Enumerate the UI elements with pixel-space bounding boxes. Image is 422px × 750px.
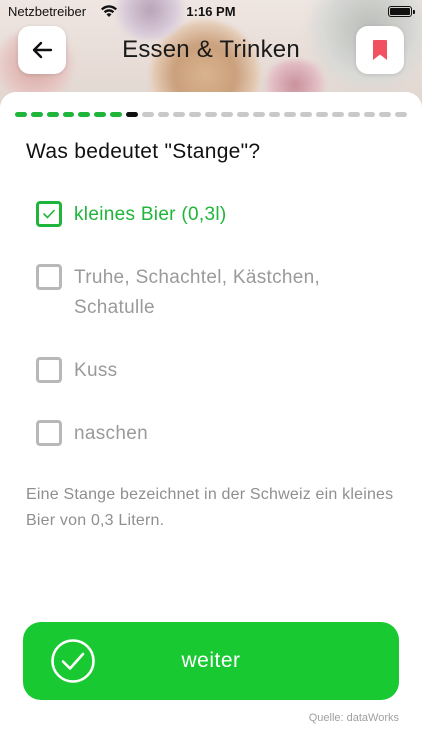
answer-option-2[interactable]: Truhe, Schachtel, Kästchen, Schatulle	[36, 263, 396, 323]
continue-button[interactable]: weiter	[23, 622, 399, 700]
progress-step-pending	[220, 112, 233, 117]
progress-step-pending	[236, 112, 249, 117]
battery-icon	[388, 6, 415, 17]
continue-button-label: weiter	[181, 649, 241, 672]
bookmark-button[interactable]	[356, 26, 404, 74]
checkbox-unchecked[interactable]	[36, 264, 62, 290]
progress-step-pending	[379, 112, 392, 117]
progress-step-done	[110, 112, 122, 117]
quiz-card: Was bedeutet "Stange"? kleines Bier (0,3…	[0, 92, 422, 750]
answer-explanation: Eine Stange bezeichnet in der Schweiz ei…	[26, 486, 394, 529]
answer-option-label: kleines Bier (0,3l)	[74, 204, 227, 225]
progress-step-pending	[157, 112, 170, 117]
progress-indicator	[15, 112, 408, 118]
bookmark-icon	[373, 40, 387, 60]
answer-option-label: naschen	[74, 423, 148, 444]
checkbox-unchecked[interactable]	[36, 420, 62, 446]
progress-step-pending	[173, 112, 186, 117]
answer-option-1[interactable]: kleines Bier (0,3l)	[36, 200, 396, 230]
progress-step-pending	[284, 112, 297, 117]
checkbox-unchecked[interactable]	[36, 357, 62, 383]
progress-step-done	[62, 112, 75, 117]
progress-step-done	[46, 112, 59, 117]
checkmark-icon	[43, 209, 55, 219]
progress-step-pending	[347, 112, 360, 117]
checkbox-checked[interactable]	[36, 201, 62, 227]
check-circle-icon	[51, 639, 95, 683]
progress-step-pending	[300, 112, 313, 117]
progress-step-done	[94, 112, 107, 117]
progress-step-pending	[189, 112, 202, 117]
progress-step-current	[125, 112, 138, 117]
progress-step-pending	[395, 112, 408, 117]
answer-option-3[interactable]: Kuss	[36, 356, 396, 386]
answer-option-label: Kuss	[74, 360, 118, 381]
question-text: Was bedeutet "Stange"?	[26, 140, 261, 163]
progress-step-pending	[268, 112, 281, 117]
source-credit: Quelle: dataWorks	[308, 712, 399, 724]
progress-step-done	[15, 112, 27, 117]
status-time: 1:16 PM	[186, 4, 236, 19]
progress-step-pending	[331, 112, 344, 117]
progress-step-done	[30, 112, 43, 117]
answer-option-4[interactable]: naschen	[36, 419, 396, 449]
progress-step-pending	[316, 112, 328, 117]
status-bar: Netzbetreiber 1:16 PM	[0, 0, 422, 24]
progress-step-pending	[141, 112, 154, 117]
answer-option-label: Truhe, Schachtel, Kästchen, Schatulle	[74, 267, 321, 318]
progress-step-pending	[363, 112, 376, 117]
progress-step-pending	[252, 112, 265, 117]
progress-step-done	[78, 112, 91, 117]
progress-step-pending	[205, 112, 217, 117]
